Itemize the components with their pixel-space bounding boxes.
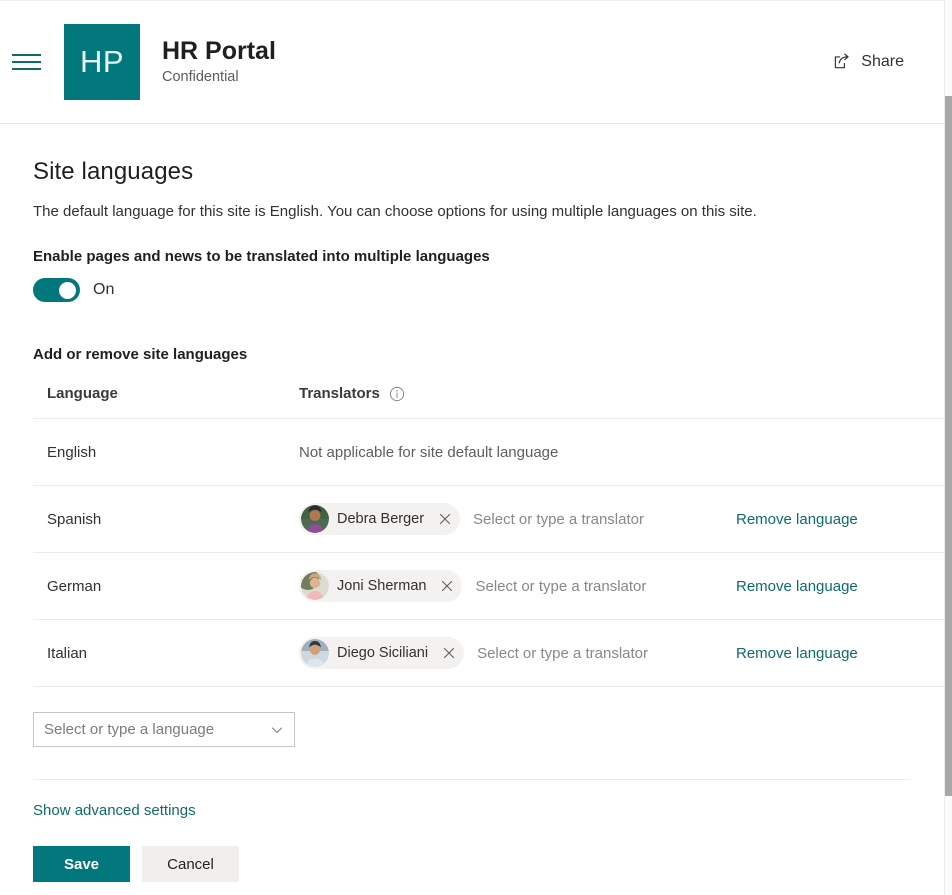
bottom-divider	[33, 779, 911, 781]
translation-toggle-state: On	[93, 281, 115, 299]
table-header: Language Translators	[33, 385, 944, 420]
translation-toggle-label: Enable pages and news to be translated i…	[33, 248, 490, 266]
site-logo[interactable]: HP	[64, 23, 140, 100]
translators-cell: Joni Sherman Select or type a translator	[292, 552, 736, 621]
language-name: German	[33, 552, 292, 621]
actions-cell: Remove language	[736, 485, 944, 554]
table-row: Italian Diego Siciliani Select or type a…	[33, 619, 944, 688]
person-chip[interactable]: Joni Sherman	[299, 570, 463, 603]
translator-input-placeholder[interactable]: Select or type a translator	[477, 645, 648, 662]
language-name: English	[33, 418, 292, 487]
info-circle-icon[interactable]	[389, 386, 405, 402]
share-button-label: Share	[861, 52, 904, 70]
translator-input-placeholder[interactable]: Select or type a translator	[473, 511, 644, 528]
table-row: Spanish Debra Berger Select or type a tr…	[33, 485, 944, 554]
person-chip[interactable]: Debra Berger	[299, 503, 461, 536]
add-language-combobox[interactable]: Select or type a language	[33, 712, 295, 748]
translator-input-placeholder[interactable]: Select or type a translator	[475, 578, 646, 595]
main-content: Site languages The default language for …	[0, 124, 944, 895]
remove-person-icon[interactable]	[436, 639, 462, 667]
page-description: The default language for this site is En…	[33, 203, 757, 220]
page-scrollbar-thumb[interactable]	[945, 96, 952, 796]
add-language-placeholder: Select or type a language	[44, 721, 215, 739]
page-title: Site languages	[33, 158, 194, 185]
remove-person-icon[interactable]	[432, 505, 458, 533]
remove-language-link[interactable]: Remove language	[736, 511, 858, 528]
page-root: HP HR Portal Confidential Share Site lan…	[0, 0, 944, 895]
translator-people-picker[interactable]: Diego Siciliani Select or type a transla…	[299, 637, 736, 670]
translation-toggle-row: On	[33, 278, 911, 303]
table-row: English Not applicable for site default …	[33, 418, 944, 487]
translation-toggle[interactable]	[33, 278, 80, 303]
site-languages-table: Language Translators English Not applica…	[33, 385, 944, 688]
site-logo-initials: HP	[79, 43, 125, 79]
site-header: HP HR Portal Confidential Share	[0, 0, 944, 124]
language-name: Italian	[33, 619, 292, 688]
chevron-down-icon[interactable]	[266, 719, 288, 741]
column-header-actions	[736, 385, 944, 420]
actions-cell: Remove language	[736, 552, 944, 621]
add-language-wrap: Select or type a language	[33, 712, 911, 748]
person-chip[interactable]: Diego Siciliani	[299, 637, 465, 670]
form-actions: Save Cancel	[33, 846, 911, 895]
not-applicable-text: Not applicable for site default language	[299, 443, 559, 461]
translators-cell: Not applicable for site default language	[292, 418, 736, 487]
show-advanced-settings-link[interactable]: Show advanced settings	[33, 802, 196, 819]
site-subtitle: Confidential	[162, 68, 239, 85]
table-header-row: Language Translators	[33, 385, 944, 420]
share-button[interactable]: Share	[829, 46, 908, 77]
actions-cell	[736, 418, 944, 487]
translator-people-picker[interactable]: Debra Berger Select or type a translator	[299, 503, 736, 536]
column-header-translators: Translators	[292, 385, 736, 420]
remove-language-link[interactable]: Remove language	[736, 645, 858, 662]
save-button[interactable]: Save	[33, 846, 130, 883]
joni-sherman-avatar	[301, 572, 329, 601]
add-remove-section-label: Add or remove site languages	[33, 346, 248, 364]
diego-siciliani-avatar	[301, 639, 329, 668]
hamburger-icon[interactable]	[2, 53, 50, 70]
debra-berger-avatar	[301, 505, 329, 534]
translator-people-picker[interactable]: Joni Sherman Select or type a translator	[299, 570, 736, 603]
person-name: Diego Siciliani	[337, 645, 429, 662]
person-name: Joni Sherman	[337, 578, 427, 595]
column-header-language: Language	[33, 385, 292, 420]
actions-cell: Remove language	[736, 619, 944, 688]
page-scrollbar-track[interactable]	[944, 0, 952, 895]
toggle-knob	[59, 281, 76, 299]
language-name: Spanish	[33, 485, 292, 554]
site-title: HR Portal	[162, 36, 276, 65]
remove-language-link[interactable]: Remove language	[736, 578, 858, 595]
column-header-translators-label: Translators	[299, 385, 380, 403]
site-title-block: HR Portal Confidential	[162, 37, 276, 86]
table-body: English Not applicable for site default …	[33, 418, 944, 688]
person-name: Debra Berger	[337, 511, 425, 528]
translators-cell: Debra Berger Select or type a translator	[292, 485, 736, 554]
translators-cell: Diego Siciliani Select or type a transla…	[292, 619, 736, 688]
cancel-button[interactable]: Cancel	[142, 846, 239, 883]
remove-person-icon[interactable]	[434, 572, 460, 600]
share-icon	[833, 52, 852, 71]
table-row: German Joni Sherman Select or type a tra…	[33, 552, 944, 621]
